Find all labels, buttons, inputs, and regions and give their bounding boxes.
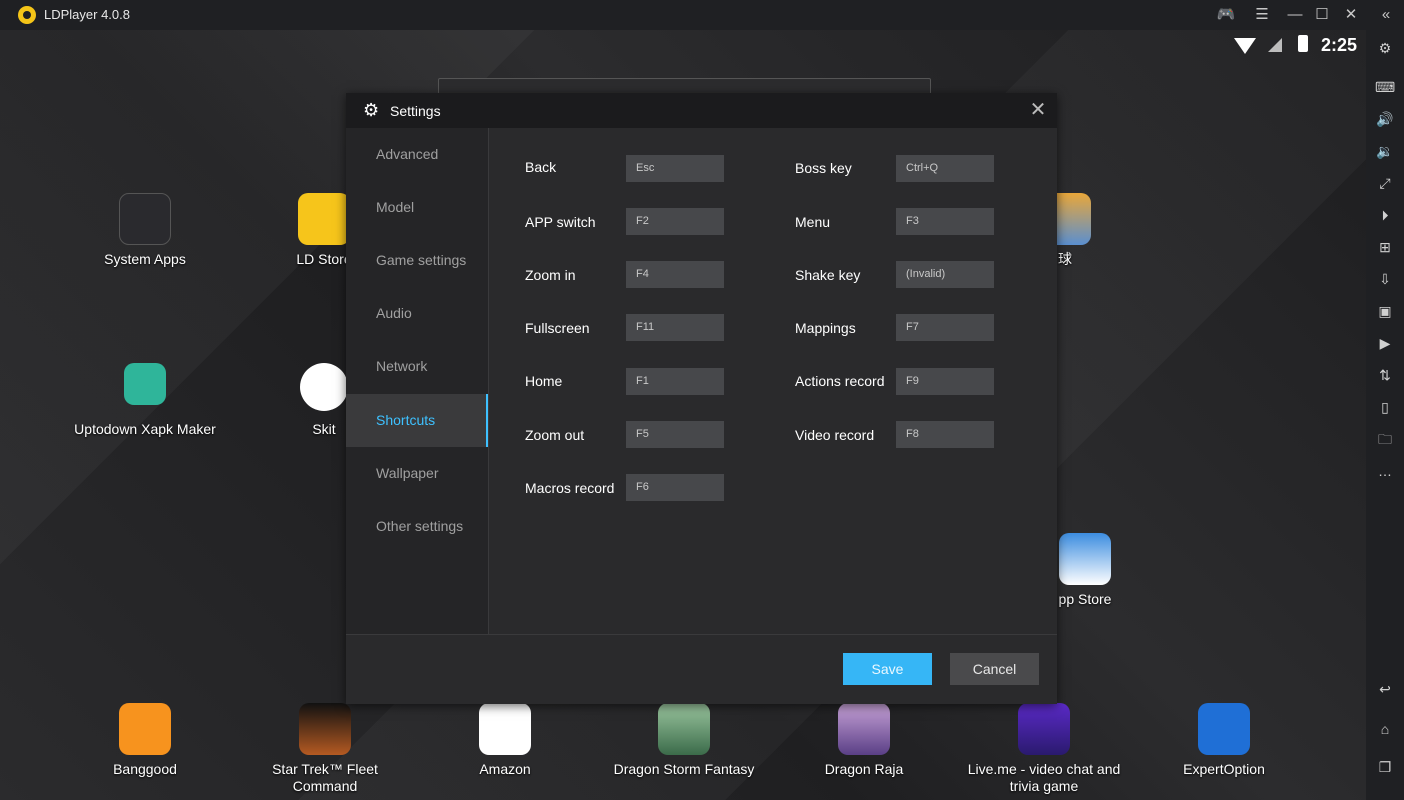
liveme-icon — [1018, 703, 1070, 755]
collapse-sidebar-icon[interactable]: « — [1375, 5, 1397, 25]
wifi-icon — [1234, 38, 1256, 54]
app-liveme[interactable]: Live.me - video chat and trivia game — [959, 703, 1129, 795]
shortcut-key-field[interactable]: F1 — [626, 368, 724, 395]
more-icon[interactable]: … — [1375, 462, 1395, 480]
shortcut-key-field[interactable]: F11 — [626, 314, 724, 341]
shortcut-label: Menu — [795, 214, 831, 230]
star-trek-icon — [299, 703, 351, 755]
shake-icon[interactable]: ▯ — [1375, 398, 1395, 416]
maximize-icon[interactable]: ☐ — [1311, 5, 1333, 25]
nav-wallpaper[interactable]: Wallpaper — [346, 447, 488, 500]
shortcut-label: Shake key — [795, 267, 861, 283]
shortcut-key-field[interactable]: F8 — [896, 421, 994, 448]
shortcut-label: Back — [525, 159, 557, 175]
app-store-icon — [1059, 533, 1111, 585]
add-apk-icon[interactable]: ⊞ — [1375, 238, 1395, 256]
gamepad-icon[interactable]: 🎮 — [1215, 5, 1237, 25]
app-dragon-storm-fantasy[interactable]: Dragon Storm Fantasy — [599, 703, 769, 778]
nav-other-settings[interactable]: Other settings — [346, 500, 488, 553]
menu-icon[interactable]: ☰ — [1251, 5, 1273, 25]
shortcut-key-field[interactable]: F3 — [896, 208, 994, 235]
shortcut-label: Zoom in — [525, 267, 576, 283]
shortcut-label: Home — [525, 373, 563, 389]
shortcut-label: Zoom out — [525, 427, 585, 443]
volume-up-icon[interactable]: 🔊 — [1375, 110, 1395, 128]
app-expertoption[interactable]: ExpertOption — [1139, 703, 1309, 778]
shortcut-label: Actions record — [795, 373, 885, 389]
ld-store-icon — [298, 193, 350, 245]
shortcut-label: Video record — [795, 427, 875, 443]
status-clock: 2:25 — [1320, 35, 1357, 55]
nav-shortcuts[interactable]: Shortcuts — [346, 394, 488, 447]
home-icon[interactable]: ⌂ — [1375, 720, 1395, 738]
recent-apps-icon[interactable]: ❐ — [1375, 758, 1395, 776]
shortcut-key-field[interactable]: (Invalid) — [896, 261, 994, 288]
shortcut-label: APP switch — [525, 214, 596, 230]
screenshot-icon[interactable]: ▣ — [1375, 302, 1395, 320]
shortcut-key-field[interactable]: Esc — [626, 155, 724, 182]
shortcut-label: Macros record — [525, 480, 615, 496]
install-icon[interactable]: ⇩ — [1375, 270, 1395, 288]
shortcut-key-field[interactable]: F2 — [626, 208, 724, 235]
app-uptodown-xapk-maker[interactable]: Uptodown Xapk Maker — [60, 363, 230, 438]
close-dialog-icon[interactable]: ✕ — [1028, 99, 1048, 121]
dialog-divider — [346, 634, 1057, 635]
dragon-storm-icon — [658, 703, 710, 755]
title-bar: LDPlayer 4.0.8 🎮 ☰ — ☐ ✕ « — [0, 0, 1404, 30]
folder-icon[interactable]: 🗀 — [1375, 430, 1395, 448]
shortcut-label: Boss key — [795, 160, 852, 176]
nav-game-settings[interactable]: Game settings — [346, 234, 488, 287]
volume-down-icon[interactable]: 🔉 — [1375, 142, 1395, 160]
shortcut-key-field[interactable]: F7 — [896, 314, 994, 341]
keyboard-icon[interactable]: ⌨ — [1375, 78, 1395, 96]
nav-network[interactable]: Network — [346, 340, 488, 393]
app-dragon-raja[interactable]: Dragon Raja — [779, 703, 949, 778]
banggood-icon — [119, 703, 171, 755]
signal-icon — [1268, 38, 1282, 52]
system-apps-icon — [119, 193, 171, 245]
app-banggood[interactable]: Banggood — [60, 703, 230, 778]
record-icon[interactable]: ⏵ — [1375, 206, 1395, 224]
settings-icon: ⚙ — [363, 100, 380, 120]
shortcut-label: Mappings — [795, 320, 856, 336]
shortcut-key-field[interactable]: F4 — [626, 261, 724, 288]
dialog-header: ⚙ Settings ✕ — [346, 93, 1057, 128]
shortcut-key-field[interactable]: F6 — [626, 474, 724, 501]
expertoption-icon — [1198, 703, 1250, 755]
shortcut-key-field[interactable]: F9 — [896, 368, 994, 395]
fullscreen-icon[interactable]: ⤢ — [1375, 174, 1395, 192]
amazon-icon — [479, 703, 531, 755]
dialog-title: Settings — [390, 103, 441, 119]
shortcut-key-field[interactable]: Ctrl+Q — [896, 155, 994, 182]
app-amazon[interactable]: Amazon — [420, 703, 590, 778]
app-star-trek[interactable]: Star Trek™ Fleet Command — [240, 703, 410, 795]
battery-icon — [1298, 35, 1308, 52]
close-window-icon[interactable]: ✕ — [1340, 5, 1362, 25]
ldplayer-logo-icon — [18, 6, 36, 24]
settings-nav: Advanced Model Game settings Audio Netwo… — [346, 128, 489, 634]
nav-audio[interactable]: Audio — [346, 287, 488, 340]
nav-advanced[interactable]: Advanced — [346, 128, 488, 181]
cancel-button[interactable]: Cancel — [950, 653, 1039, 685]
video-icon[interactable]: ▶ — [1375, 334, 1395, 352]
settings-gear-icon[interactable]: ⚙ — [1375, 39, 1395, 57]
app-system-apps[interactable]: System Apps — [60, 193, 230, 268]
shortcut-key-field[interactable]: F5 — [626, 421, 724, 448]
sync-icon[interactable]: ⇅ — [1375, 366, 1395, 384]
right-toolbar: ⚙ ⌨ 🔊 🔉 ⤢ ⏵ ⊞ ⇩ ▣ ▶ ⇅ ▯ 🗀 … ↩ ⌂ ❐ — [1366, 30, 1404, 800]
android-icon — [124, 363, 166, 405]
back-icon[interactable]: ↩ — [1375, 680, 1395, 698]
app-title: LDPlayer 4.0.8 — [44, 7, 130, 22]
skit-icon — [300, 363, 348, 411]
save-button[interactable]: Save — [843, 653, 932, 685]
shortcut-label: Fullscreen — [525, 320, 590, 336]
settings-dialog: ⚙ Settings ✕ Advanced Model Game setting… — [346, 93, 1057, 704]
dragon-raja-icon — [838, 703, 890, 755]
minimize-icon[interactable]: — — [1284, 5, 1306, 25]
nav-model[interactable]: Model — [346, 181, 488, 234]
